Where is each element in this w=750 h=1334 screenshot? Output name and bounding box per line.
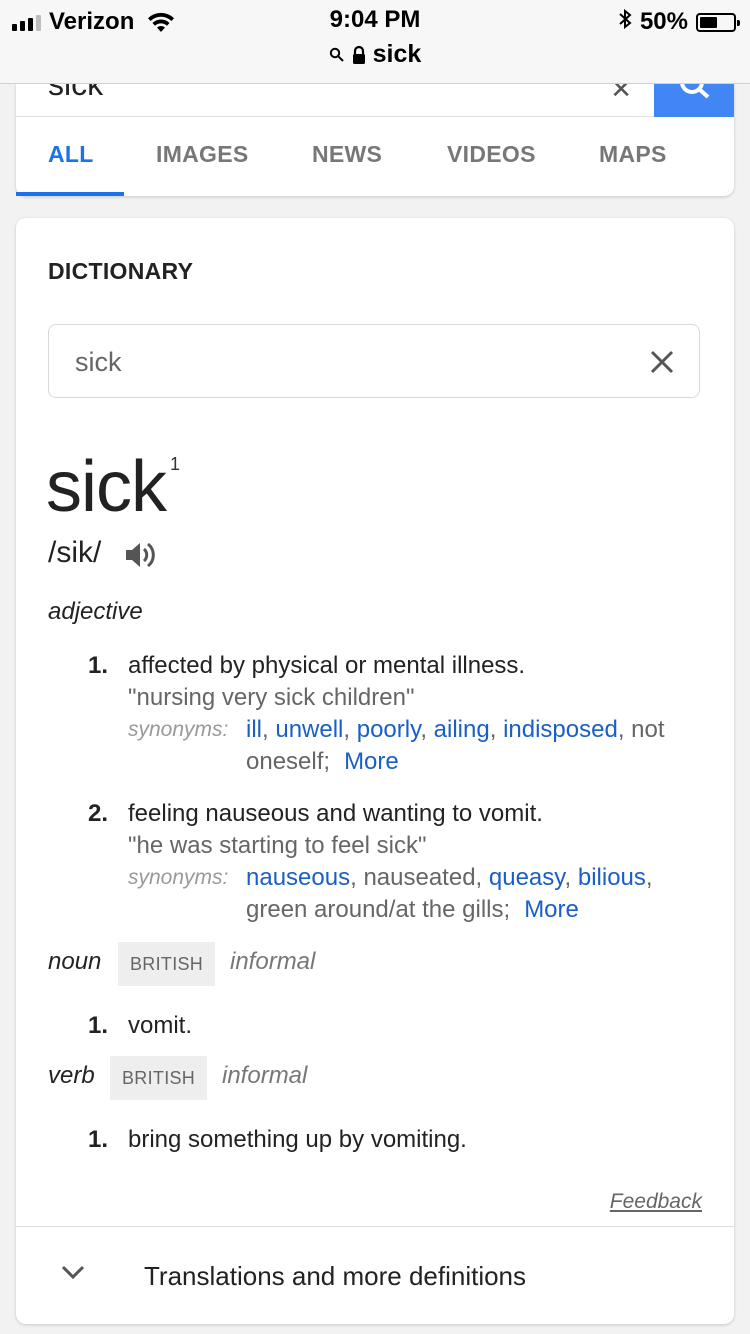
register-label: informal — [222, 1062, 308, 1089]
bluetooth-icon — [618, 8, 632, 36]
dictionary-search-input[interactable] — [73, 325, 617, 399]
synonym-link[interactable]: indisposed — [503, 716, 618, 743]
synonym-link[interactable]: unwell — [275, 716, 343, 743]
close-icon[interactable] — [649, 349, 675, 375]
synonym-link[interactable]: bilious — [578, 864, 646, 891]
search-icon — [680, 84, 710, 99]
sense-example: "nursing very sick children" — [128, 684, 415, 711]
part-of-speech-adjective: adjective — [48, 598, 143, 625]
phonetic-spelling: /sik/ — [48, 536, 102, 569]
synonym-link[interactable]: ill — [246, 716, 262, 743]
chevron-down-icon — [61, 1265, 85, 1280]
synonym-link[interactable]: queasy — [489, 864, 565, 891]
synonyms-label: synonyms: — [128, 718, 229, 741]
sense-number: 1. — [88, 1012, 109, 1039]
synonym-link[interactable]: nauseous — [246, 864, 350, 891]
dictionary-heading: DICTIONARY — [48, 258, 194, 284]
part-of-speech-verb: verb — [48, 1062, 95, 1089]
search-query-text: sick — [48, 84, 104, 102]
tab-maps[interactable]: MAPS — [599, 141, 667, 168]
synonym-plain: green around/at the gills; — [246, 896, 511, 923]
battery-icon — [696, 12, 740, 32]
headword: sick — [46, 447, 167, 527]
sense-item: 1. bring something up by vomiting. — [48, 1124, 708, 1156]
sense-number: 1. — [88, 652, 109, 679]
feedback-link[interactable]: Feedback — [610, 1190, 702, 1214]
sense-item: 1. affected by physical or mental illnes… — [48, 650, 708, 778]
synonyms-list: ill, unwell, poorly, ailing, indisposed,… — [246, 716, 665, 775]
active-tab-indicator — [16, 192, 124, 196]
battery-percent: 50% — [639, 8, 688, 35]
lock-icon — [352, 45, 365, 64]
dictionary-search-box — [48, 324, 700, 399]
tab-all[interactable]: ALL — [48, 141, 94, 168]
search-input[interactable]: sick ✕ — [16, 84, 654, 117]
url-bar[interactable]: sick — [0, 40, 750, 69]
more-definitions-toggle[interactable]: Translations and more definitions — [16, 1227, 734, 1324]
synonym-link[interactable]: ailing — [434, 716, 490, 743]
sense-item: 1. vomit. — [48, 1010, 708, 1042]
tab-images[interactable]: IMAGES — [156, 141, 249, 168]
headword-superscript: 1 — [170, 454, 181, 474]
synonyms-list: nauseous, nauseated, queasy, bilious, gr… — [246, 864, 653, 923]
status-right: 50% — [618, 7, 740, 37]
clear-search-icon[interactable]: ✕ — [610, 84, 632, 105]
speaker-icon[interactable] — [124, 540, 158, 570]
search-button[interactable] — [654, 84, 734, 117]
sense-definition: bring something up by vomiting. — [128, 1126, 467, 1153]
more-synonyms-link[interactable]: More — [344, 748, 399, 775]
synonym-link[interactable]: poorly — [357, 716, 421, 743]
search-header-card: sick ✕ ALL IMAGES NEWS VIDEOS MAPS — [16, 84, 734, 196]
sense-definition: feeling nauseous and wanting to vomit. — [128, 800, 543, 827]
sense-number: 2. — [88, 800, 109, 827]
url-text: sick — [372, 40, 422, 68]
search-tabs: ALL IMAGES NEWS VIDEOS MAPS — [16, 116, 734, 196]
sense-item: 2. feeling nauseous and wanting to vomit… — [48, 798, 708, 926]
sense-definition: affected by physical or mental illness. — [128, 652, 526, 679]
tab-news[interactable]: NEWS — [312, 141, 382, 168]
status-and-url-bar: Verizon 9:04 PM 50% sick — [0, 0, 750, 84]
synonym-plain: nauseated — [363, 864, 476, 891]
register-label: informal — [230, 948, 316, 975]
region-badge: BRITISH — [110, 1056, 208, 1100]
region-badge: BRITISH — [118, 942, 216, 986]
more-synonyms-link[interactable]: More — [524, 896, 579, 923]
sense-number: 1. — [88, 1126, 109, 1153]
more-definitions-label: Translations and more definitions — [144, 1261, 527, 1291]
dictionary-card: DICTIONARY sick 1 /sik/ adjective 1. aff… — [16, 218, 734, 1324]
part-of-speech-noun: noun — [48, 948, 102, 975]
tab-videos[interactable]: VIDEOS — [447, 141, 536, 168]
sense-example: "he was starting to feel sick" — [128, 832, 427, 859]
synonyms-label: synonyms: — [128, 866, 229, 889]
sense-definition: vomit. — [128, 1012, 193, 1039]
search-icon — [329, 47, 344, 62]
